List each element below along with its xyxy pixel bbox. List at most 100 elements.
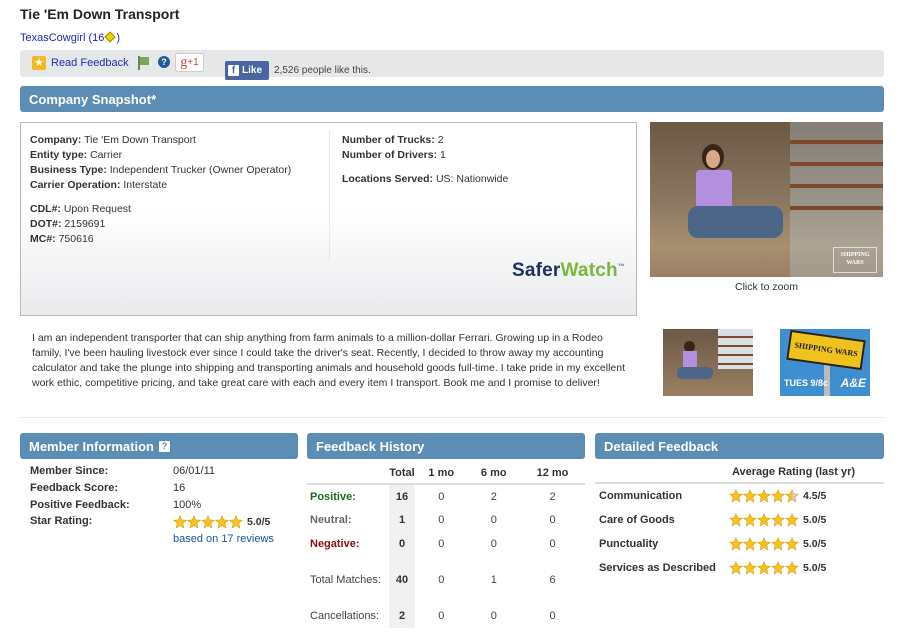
saferwatch-logo[interactable]: SaferWatch™ — [512, 260, 625, 282]
field-label: CDL#: — [30, 203, 61, 215]
trademark: ™ — [617, 263, 625, 271]
photo-thumbnail[interactable] — [663, 329, 753, 396]
snapshot-field-locations-served: Locations Served: US: Nationwide — [342, 172, 508, 187]
star-icon: ★ — [32, 56, 46, 70]
positive-feedback-value: 100% — [173, 499, 202, 511]
star-full-icon — [743, 561, 757, 575]
username-link[interactable]: TexasCowgirl — [20, 32, 85, 44]
star-full-icon — [771, 513, 785, 527]
help-icon[interactable]: ? — [158, 440, 170, 452]
feedback-score-label: Feedback Score: — [30, 482, 119, 494]
member-since-value: 06/01/11 — [173, 465, 216, 477]
star-full-icon — [771, 489, 785, 503]
field-label: Locations Served: — [342, 173, 434, 185]
network-logo: A&E — [840, 376, 866, 390]
column-header-total: Total — [389, 462, 415, 485]
cell-12-mo: 0 — [549, 610, 556, 622]
detailed-label: Punctuality — [599, 538, 659, 550]
cell-1-mo: 0 — [438, 514, 445, 526]
detailed-row-care-of-goods: Care of Goods 5.0/5 — [595, 508, 884, 532]
row-label-cancellations: Cancellations: — [310, 610, 380, 622]
table-row: Negative: 0 0 0 0 — [307, 532, 585, 556]
cell-6-mo: 1 — [490, 574, 497, 586]
help-icon[interactable]: ? — [158, 56, 170, 68]
star-full-icon — [743, 513, 757, 527]
member-since-label: Member Since: — [30, 465, 109, 477]
field-label: Number of Trucks: — [342, 134, 435, 146]
field-label: Entity type: — [30, 149, 88, 161]
star-rating-stars — [173, 515, 243, 529]
google-plus-button[interactable]: g +1 — [175, 53, 204, 72]
shipping-wars-thumbnail[interactable]: SHIPPING WARS TUES 9/8c A&E — [780, 329, 870, 396]
snapshot-field-number-of-drivers: Number of Drivers: 1 — [342, 148, 508, 163]
detailed-label: Care of Goods — [599, 514, 675, 526]
star-full-icon — [229, 515, 243, 529]
detailed-feedback-header: Detailed Feedback — [595, 433, 884, 459]
photo-logo: SHIPPING WARS — [833, 247, 877, 273]
row-label-total-matches: Total Matches: — [310, 574, 381, 586]
cell-1-mo: 0 — [438, 610, 445, 622]
star-full-icon — [173, 515, 187, 529]
feedback-score-value: 16 — [173, 482, 186, 494]
field-value: Independent Trucker (Owner Operator) — [109, 164, 292, 176]
score-close: ) — [116, 32, 121, 44]
cell-12-mo: 0 — [549, 538, 556, 550]
cell-6-mo: 0 — [490, 514, 497, 526]
positive-feedback-label: Positive Feedback: — [30, 499, 130, 511]
star-full-icon — [729, 537, 743, 551]
cell-1-mo: 0 — [438, 574, 445, 586]
flag-icon[interactable] — [138, 56, 150, 70]
facebook-like-count: 2,526 people like this. — [274, 65, 371, 76]
page-title: Tie 'Em Down Transport — [20, 6, 180, 22]
detailed-stars — [729, 489, 799, 503]
cell-1-mo: 0 — [438, 538, 445, 550]
field-label: MC#: — [30, 233, 56, 245]
star-full-icon — [771, 537, 785, 551]
cell-total: 40 — [389, 556, 415, 604]
cell-total: 16 — [389, 484, 415, 508]
detailed-rating-text: 4.5/5 — [803, 490, 827, 502]
cell-total: 0 — [389, 532, 415, 556]
read-feedback-button[interactable]: ★ Read Feedback — [32, 56, 129, 70]
field-value: Upon Request — [63, 203, 131, 215]
cell-6-mo: 0 — [490, 538, 497, 550]
google-plus-label: +1 — [187, 57, 199, 68]
detailed-row-services-as-described: Services as Described 5.0/5 — [595, 556, 884, 580]
star-half-icon — [785, 489, 799, 503]
facebook-like-label: Like — [242, 65, 263, 76]
detailed-rating-text: 5.0/5 — [803, 538, 827, 550]
member-information-header: Member Information ? — [20, 433, 298, 459]
click-to-zoom-caption[interactable]: Click to zoom — [650, 281, 883, 293]
star-full-icon — [187, 515, 201, 529]
field-label: Carrier Operation: — [30, 179, 121, 191]
table-row: Total Matches: 40 0 1 6 — [307, 556, 585, 604]
star-full-icon — [785, 513, 799, 527]
snapshot-field-business-type: Business Type: Independent Trucker (Owne… — [30, 163, 291, 178]
detailed-label: Communication — [599, 490, 683, 502]
detailed-stars — [729, 537, 799, 551]
column-header-label — [307, 462, 389, 485]
average-rating-header: Average Rating (last yr) — [595, 462, 884, 484]
star-rating-label: Star Rating: — [30, 515, 93, 527]
member-information-title: Member Information — [29, 438, 154, 454]
detailed-row-communication: Communication 4.5/5 — [595, 484, 884, 508]
snapshot-field-company: Company: Tie 'Em Down Transport — [30, 133, 291, 148]
field-value: Carrier — [90, 149, 123, 161]
column-header-6-mo: 6 mo — [467, 462, 520, 485]
star-full-icon — [757, 561, 771, 575]
company-photo[interactable]: SHIPPING WARS — [650, 122, 883, 277]
table-row: Neutral: 1 0 0 0 — [307, 508, 585, 532]
google-plus-icon: g — [180, 54, 188, 70]
snapshot-left-column: Company: Tie 'Em Down Transport Entity ty… — [30, 133, 291, 247]
star-full-icon — [743, 537, 757, 551]
snapshot-field-cdl: CDL#: Upon Request — [30, 202, 291, 217]
star-full-icon — [785, 537, 799, 551]
facebook-like-button[interactable]: f Like — [225, 61, 269, 80]
feedback-history-header: Feedback History — [307, 433, 585, 459]
promo-time: TUES 9/8c — [784, 378, 829, 388]
toolbar: ★ Read Feedback ? g +1 — [20, 50, 884, 77]
row-label-neutral: Neutral: — [310, 514, 352, 526]
cell-6-mo: 0 — [490, 610, 497, 622]
reviews-link[interactable]: based on 17 reviews — [173, 533, 274, 545]
